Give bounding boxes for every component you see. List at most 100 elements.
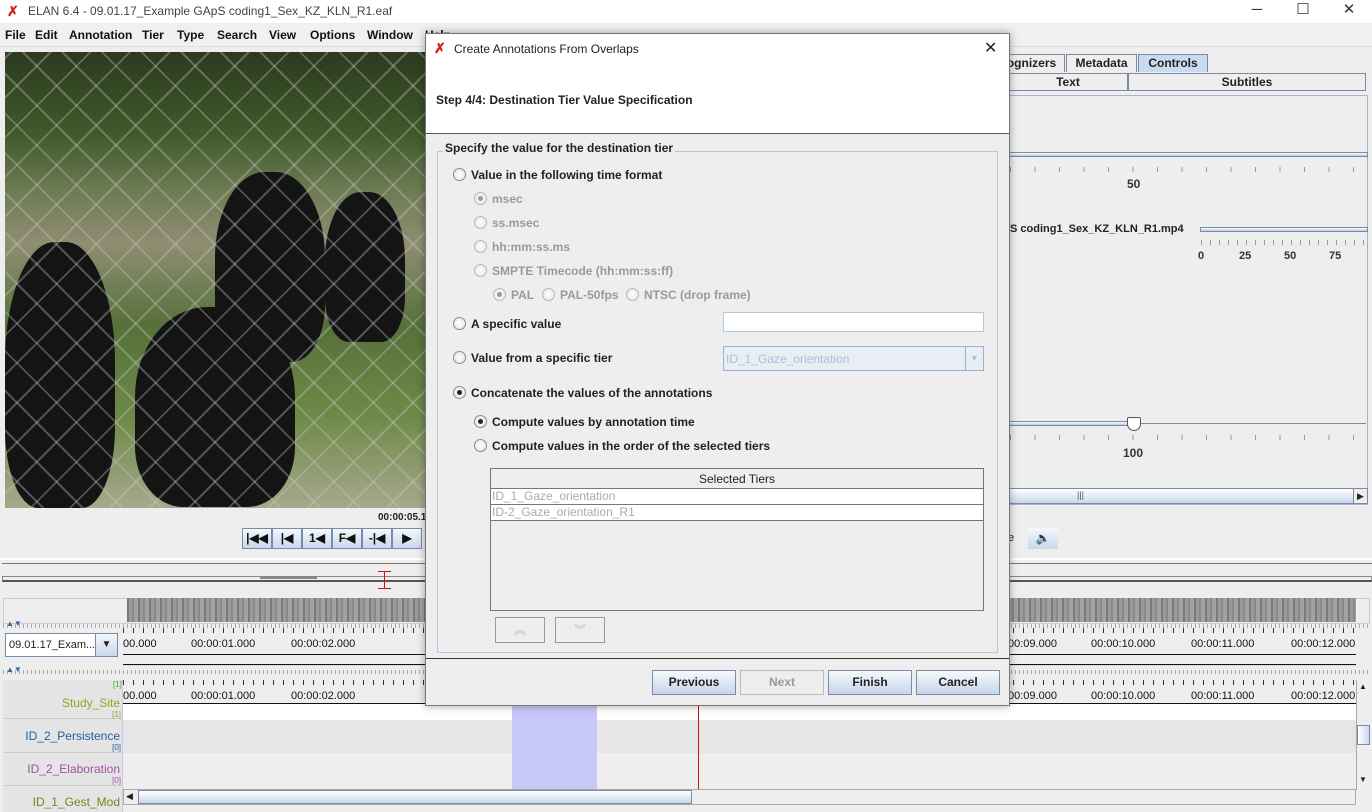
ruler-label: 00:00:02.000 (291, 638, 356, 650)
tier-count: [1] (112, 710, 121, 719)
tab-controls[interactable]: Controls (1138, 54, 1208, 72)
menu-type[interactable]: Type (177, 28, 204, 42)
radio-by-order[interactable] (474, 439, 487, 452)
go-to-begin-button[interactable]: |◀◀ (242, 528, 272, 549)
zoom-slider[interactable] (1008, 421, 1134, 426)
label-pal: PAL (511, 288, 535, 302)
scrollbar-thumb[interactable] (138, 790, 692, 804)
media-file-label: S coding1_Sex_KZ_KLN_R1.mp4 (1010, 223, 1184, 235)
overview-viewport[interactable] (260, 576, 317, 579)
tier-label-id1-gest-mod[interactable]: ID_1_Gest_Mod (3, 786, 123, 812)
previous-button[interactable]: Previous (652, 670, 736, 695)
specific-value-input[interactable] (723, 312, 984, 332)
collapse-arrows-icon[interactable]: ▲▼ (6, 619, 22, 628)
play-button[interactable]: ▶ (392, 528, 422, 549)
radio-specific-value[interactable] (453, 317, 466, 330)
volume-tick-label: 0 (1198, 250, 1205, 262)
selected-tiers-table: Selected Tiers ID_1_Gaze_orientation ID-… (490, 468, 984, 611)
tier-count: [0] (112, 743, 121, 752)
radio-from-tier[interactable] (453, 351, 466, 364)
zoom-label: 100 (1123, 446, 1144, 460)
vertical-scrollbar[interactable]: ▲ ▼ (1356, 680, 1370, 790)
table-row[interactable]: ID-2_Gaze_orientation_R1 (491, 505, 983, 521)
menu-options[interactable]: Options (310, 28, 355, 42)
radio-by-time[interactable] (474, 415, 487, 428)
ruler-label: 00:00:11.000 (1191, 690, 1255, 702)
chevron-down-icon[interactable]: ▼ (965, 347, 983, 370)
radio-smpte[interactable] (474, 264, 487, 277)
horizontal-scrollbar[interactable]: ◀ (123, 789, 1356, 805)
radio-concatenate[interactable] (453, 386, 466, 399)
menu-tier[interactable]: Tier (142, 28, 164, 42)
scroll-right-icon[interactable]: ▶ (1353, 489, 1367, 503)
radio-pal[interactable] (493, 288, 506, 301)
collapse-arrows-icon[interactable]: ▲▼ (6, 665, 22, 674)
label-ss-msec: ss.msec (492, 216, 540, 230)
ruler-label: 00:00:12.000 (1291, 690, 1356, 702)
step-back-second-button[interactable]: 1◀ (302, 528, 332, 549)
move-down-button[interactable]: ︾ (555, 617, 605, 643)
tab-metadata[interactable]: Metadata (1066, 54, 1137, 72)
tier-select[interactable]: ID_1_Gaze_orientation ▼ (723, 346, 984, 371)
go-to-selection-begin-button[interactable]: -|◀ (362, 528, 392, 549)
step-back-frame-button[interactable]: F◀ (332, 528, 362, 549)
title-bar: ✗ ELAN 6.4 - 09.01.17_Example GApS codin… (0, 0, 1372, 23)
label-from-tier: Value from a specific tier (471, 351, 613, 365)
volume-icon[interactable]: 🔈 (1028, 528, 1058, 549)
label-smpte: SMPTE Timecode (hh:mm:ss:ff) (492, 264, 674, 278)
step-heading: Step 4/4: Destination Tier Value Specifi… (436, 93, 693, 107)
label-pal-50fps: PAL-50fps (560, 288, 619, 302)
scroll-left-icon[interactable]: ◀ (126, 791, 133, 802)
ruler-label: 00:09.000 (1008, 690, 1057, 702)
radio-ntsc[interactable] (626, 288, 639, 301)
menu-view[interactable]: View (269, 28, 296, 42)
tier-label-id2-elaboration[interactable]: ID_2_Elaboration [0] (3, 753, 123, 786)
label-hhmmss: hh:mm:ss.ms (492, 240, 571, 254)
radio-ss-msec[interactable] (474, 216, 487, 229)
tier-name: ID_1_Gest_Mod (32, 795, 120, 809)
chevron-down-icon[interactable]: ▼ (95, 634, 117, 656)
tab-subtitles[interactable]: Subtitles (1128, 73, 1366, 91)
ruler-label: 00:00:10.000 (1091, 690, 1156, 702)
menu-file[interactable]: File (5, 28, 26, 42)
ruler-label: 00:09.000 (1008, 638, 1057, 650)
radio-time-format[interactable] (453, 168, 466, 181)
ruler-label: 00.000 (123, 690, 157, 702)
menu-window[interactable]: Window (367, 28, 413, 42)
panel-scrollbar[interactable]: ||| ▶ (1008, 488, 1368, 504)
rate-label: 50 (1127, 177, 1141, 191)
menu-search[interactable]: Search (217, 28, 257, 42)
ruler-label: 00:00:01.000 (191, 690, 256, 702)
table-header: Selected Tiers (491, 469, 983, 489)
group-title: Specify the value for the destination ti… (443, 141, 676, 155)
ruler-label: 00:00:12.000 (1291, 638, 1356, 650)
rate-slider[interactable] (1008, 152, 1368, 157)
tier-label-id2-persistence[interactable]: ID_2_Persistence [0] (3, 720, 123, 753)
volume-slider[interactable] (1200, 227, 1368, 232)
radio-hhmmss[interactable] (474, 240, 487, 253)
radio-msec[interactable] (474, 192, 487, 205)
move-up-button[interactable]: ︽ (495, 617, 545, 643)
finish-button[interactable]: Finish (828, 670, 912, 695)
menu-edit[interactable]: Edit (35, 28, 58, 42)
radio-pal-50fps[interactable] (542, 288, 555, 301)
volume-tick-label: 75 (1329, 250, 1342, 262)
label-time-format: Value in the following time format (471, 168, 663, 182)
table-row[interactable]: ID_1_Gaze_orientation (491, 489, 983, 505)
tier-label-study-site[interactable]: Study_Site [1] (3, 686, 123, 719)
menu-annotation[interactable]: Annotation (69, 28, 132, 42)
zoom-slider-thumb[interactable] (1127, 417, 1141, 431)
tab-text[interactable]: Text (1008, 73, 1128, 91)
tier-combo[interactable]: 09.01.17_Exam... ▼ (5, 633, 118, 657)
label-ntsc: NTSC (drop frame) (644, 288, 751, 302)
maximize-button[interactable]: ☐ (1280, 0, 1326, 22)
next-button[interactable]: Next (740, 670, 824, 695)
close-window-button[interactable]: ✕ (1326, 0, 1372, 22)
cancel-button[interactable]: Cancel (916, 670, 1000, 695)
minimize-button[interactable]: ─ (1234, 0, 1280, 22)
video-player[interactable] (5, 52, 425, 508)
previous-frame-button[interactable]: |◀ (272, 528, 302, 549)
window-title: ELAN 6.4 - 09.01.17_Example GApS coding1… (28, 4, 393, 18)
dialog-close-button[interactable]: ✕ (984, 38, 997, 58)
tier-names-column: [1] Study_Site [1] ID_2_Persistence [0] … (3, 680, 123, 812)
